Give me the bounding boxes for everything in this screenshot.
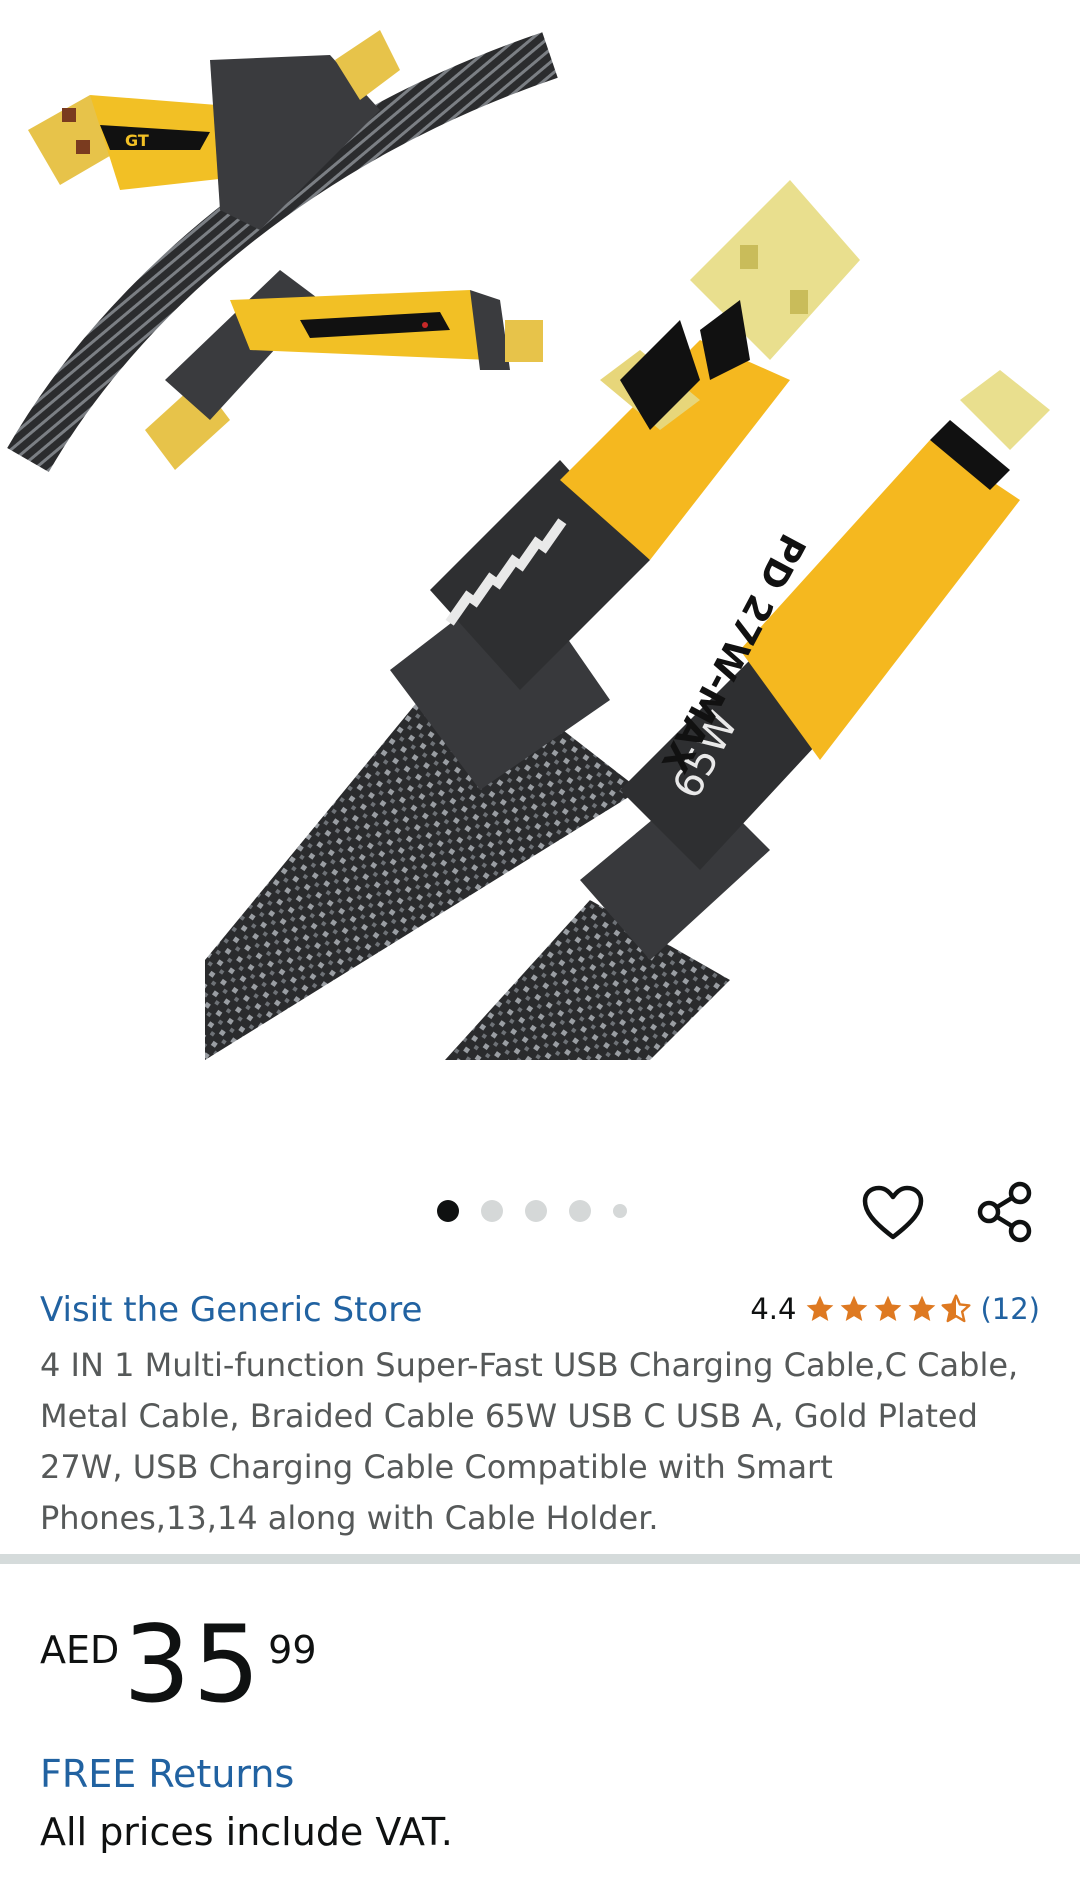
pager-dot-2[interactable] <box>481 1200 503 1222</box>
free-returns-link[interactable]: FREE Returns <box>40 1752 294 1796</box>
pager-dot-5[interactable] <box>613 1204 627 1218</box>
star-full-icon <box>875 1295 902 1321</box>
pager-dot-1[interactable] <box>437 1200 459 1222</box>
share-icon <box>977 1181 1032 1243</box>
star-rating <box>804 1293 972 1325</box>
inset-connector-top: GT <box>28 30 400 230</box>
section-divider <box>0 1554 1080 1564</box>
product-image[interactable]: GT 65W PD 27W-MAX <box>0 0 1080 1180</box>
pager-dot-4[interactable] <box>569 1200 591 1222</box>
heart-icon <box>862 1185 924 1240</box>
price-currency: AED <box>40 1628 120 1672</box>
review-count[interactable]: (12) <box>980 1292 1040 1326</box>
visit-store-link[interactable]: Visit the Generic Store <box>40 1290 422 1330</box>
product-title: 4 IN 1 Multi-function Super-Fast USB Cha… <box>40 1346 1019 1537</box>
store-rating-row: Visit the Generic Store 4.4 (12) <box>40 1290 1040 1334</box>
star-half-icon <box>941 1294 972 1323</box>
rating-summary[interactable]: 4.4 (12) <box>750 1292 1040 1326</box>
price: AED 35 99 <box>40 1612 317 1718</box>
pager-dot-3[interactable] <box>525 1200 547 1222</box>
lightning-connector <box>960 370 1050 450</box>
image-pager[interactable] <box>437 1200 627 1222</box>
star-full-icon <box>909 1295 936 1321</box>
share-button[interactable] <box>975 1180 1035 1244</box>
star-full-icon <box>841 1295 868 1321</box>
star-full-icon <box>807 1295 834 1321</box>
price-whole: 35 <box>123 1603 263 1726</box>
price-fraction: 99 <box>268 1628 317 1672</box>
rating-value: 4.4 <box>750 1292 797 1326</box>
wishlist-button[interactable] <box>862 1185 924 1241</box>
svg-text:GT: GT <box>125 131 149 150</box>
vat-note: All prices include VAT. <box>40 1810 453 1854</box>
inset-connector-bottom <box>145 270 543 470</box>
product-photo: GT 65W PD 27W-MAX <box>7 30 1050 1060</box>
